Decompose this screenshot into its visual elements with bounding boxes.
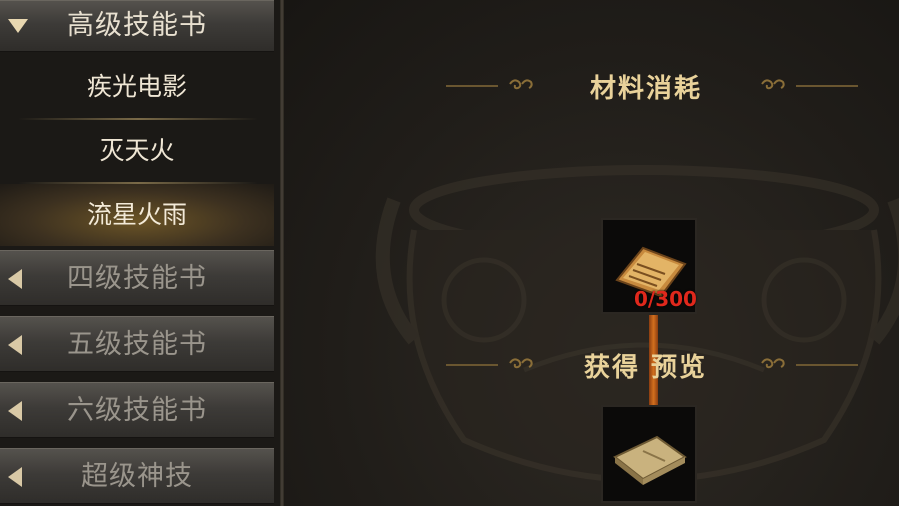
category-label: 超级神技 — [81, 461, 193, 492]
materials-title: 材料消耗 — [590, 74, 703, 104]
swirl-ornament-icon — [509, 358, 533, 369]
title-ornament-line — [446, 364, 498, 366]
swirl-ornament-icon — [761, 358, 785, 369]
category-label: 五级技能书 — [67, 329, 207, 360]
swirl-ornament-icon — [761, 79, 785, 90]
skill-book-icon — [613, 435, 687, 485]
skill-item-liuxinghuoyu[interactable]: 流星火雨 — [0, 184, 274, 246]
skill-item-jiguangdianying[interactable]: 疾光电影 — [0, 56, 274, 118]
category-level4-skill-book[interactable]: 四级技能书 — [0, 250, 274, 306]
swirl-ornament-icon — [509, 79, 533, 90]
category-label: 高级技能书 — [67, 10, 207, 41]
category-label: 四级技能书 — [67, 263, 207, 294]
skill-detail-panel: 材料消耗 0/300 获得 预览 — [284, 0, 899, 506]
title-ornament-line — [796, 85, 858, 87]
category-level6-skill-book[interactable]: 六级技能书 — [0, 382, 274, 438]
title-ornament-line — [796, 364, 858, 366]
title-ornament-line — [446, 85, 498, 87]
skill-item-mietianhuo[interactable]: 灭天火 — [0, 120, 274, 182]
material-count: 0/300 — [634, 287, 697, 311]
preview-title: 获得 预览 — [584, 353, 708, 383]
category-super-skill[interactable]: 超级神技 — [0, 448, 274, 504]
category-advanced-skill-book[interactable]: 高级技能书 — [0, 0, 274, 52]
skill-book-sidebar: 高级技能书 疾光电影 灭天火 流星火雨 四级技能书 五级技能书 六级技能书 超级… — [0, 0, 282, 506]
reward-slot[interactable] — [601, 405, 697, 503]
category-label: 六级技能书 — [67, 395, 207, 426]
category-level5-skill-book[interactable]: 五级技能书 — [0, 316, 274, 372]
